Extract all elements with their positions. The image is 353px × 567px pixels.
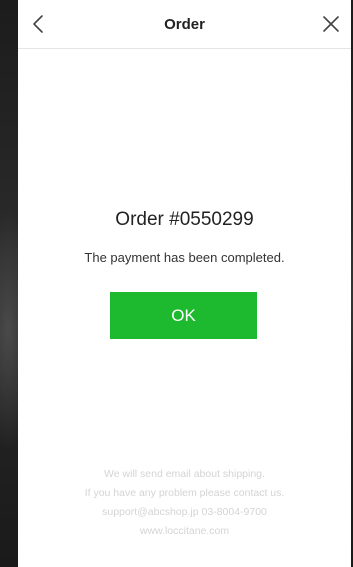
order-sheet: Order Order #0550299 The payment has bee…: [18, 0, 351, 567]
footer-info: We will send email about shipping. If yo…: [18, 465, 351, 541]
footer-shipping-note: We will send email about shipping.: [104, 468, 265, 480]
footer-contact-note: If you have any problem please contact u…: [84, 487, 285, 499]
header-bar: Order: [18, 0, 351, 49]
close-button[interactable]: [311, 0, 351, 48]
payment-status-text: The payment has been completed.: [84, 250, 285, 265]
ok-button[interactable]: OK: [110, 292, 257, 339]
back-button[interactable]: [18, 0, 58, 48]
page-title: Order: [164, 15, 205, 33]
footer-website-link[interactable]: www.loccitane.com: [18, 522, 351, 541]
footer-support-contact[interactable]: support@abcshop.jp 03-8004-9700: [18, 503, 351, 522]
close-icon: [323, 16, 339, 32]
order-content: Order #0550299 The payment has been comp…: [18, 49, 351, 567]
order-number: Order #0550299: [115, 209, 254, 230]
chevron-left-icon: [33, 15, 43, 33]
